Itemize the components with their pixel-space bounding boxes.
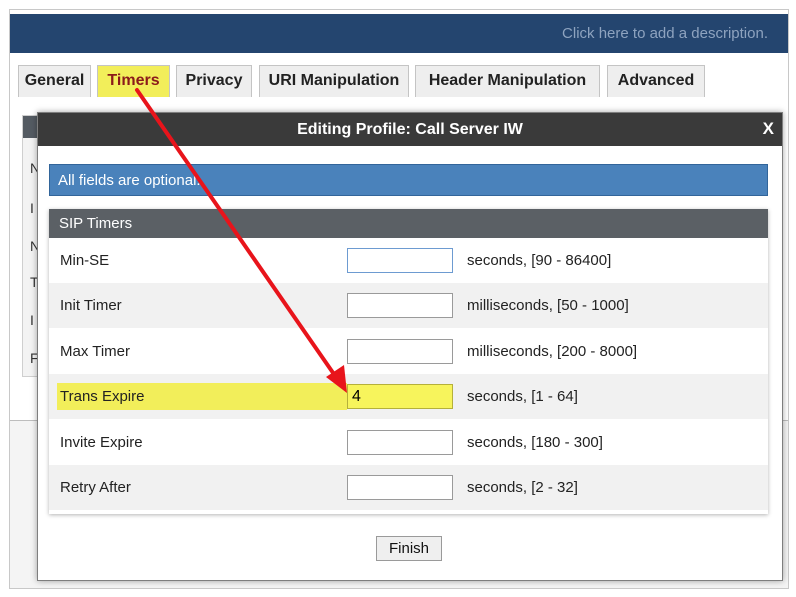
field-row-max-timer: Max Timer milliseconds, [200 - 8000]: [49, 329, 768, 374]
dialog-header: Editing Profile: Call Server IW X: [38, 113, 782, 146]
field-label: Trans Expire: [60, 388, 145, 405]
description-bar[interactable]: Click here to add a description.: [10, 14, 788, 53]
field-label: Init Timer: [60, 297, 122, 314]
dialog-title: Editing Profile: Call Server IW: [297, 121, 523, 138]
field-label: Retry After: [60, 479, 131, 496]
field-hint: milliseconds, [50 - 1000]: [467, 297, 629, 314]
max-timer-input[interactable]: [347, 339, 453, 364]
finish-button[interactable]: Finish: [376, 536, 442, 561]
init-timer-input[interactable]: [347, 293, 453, 318]
bg-label: I: [30, 312, 34, 328]
description-placeholder[interactable]: Click here to add a description.: [562, 25, 768, 42]
field-hint: seconds, [2 - 32]: [467, 479, 578, 496]
field-hint: milliseconds, [200 - 8000]: [467, 343, 638, 360]
tab-advanced[interactable]: Advanced: [607, 65, 705, 97]
tab-general[interactable]: General: [18, 65, 91, 97]
notice-text: All fields are optional.: [58, 172, 201, 189]
sip-timers-panel: SIP Timers Min-SE seconds, [90 - 86400] …: [49, 209, 768, 514]
field-hint: seconds, [90 - 86400]: [467, 252, 612, 269]
field-label: Max Timer: [60, 343, 131, 360]
edit-profile-dialog: Editing Profile: Call Server IW X All fi…: [37, 112, 783, 581]
tab-timers[interactable]: Timers: [97, 65, 170, 97]
close-icon[interactable]: X: [763, 119, 774, 139]
field-row-retry-after: Retry After seconds, [2 - 32]: [49, 465, 768, 510]
tab-uri-manipulation[interactable]: URI Manipulation: [259, 65, 409, 97]
field-row-init-timer: Init Timer milliseconds, [50 - 1000]: [49, 283, 768, 328]
invite-expire-input[interactable]: [347, 430, 453, 455]
bg-label: I: [30, 200, 34, 216]
field-row-min-se: Min-SE seconds, [90 - 86400]: [49, 238, 768, 283]
trans-expire-input[interactable]: [347, 384, 453, 409]
tab-header-manipulation[interactable]: Header Manipulation: [415, 65, 600, 97]
retry-after-input[interactable]: [347, 475, 453, 500]
field-row-invite-expire: Invite Expire seconds, [180 - 300]: [49, 420, 768, 465]
field-label: Min-SE: [60, 252, 110, 269]
field-label: Invite Expire: [60, 434, 143, 451]
field-hint: seconds, [1 - 64]: [467, 388, 578, 405]
field-hint: seconds, [180 - 300]: [467, 434, 603, 451]
tab-privacy[interactable]: Privacy: [176, 65, 252, 97]
min-se-input[interactable]: [347, 248, 453, 273]
field-row-trans-expire: Trans Expire seconds, [1 - 64]: [49, 374, 768, 419]
info-notice: All fields are optional.: [49, 164, 768, 196]
panel-header: SIP Timers: [49, 209, 768, 238]
panel-title: SIP Timers: [59, 215, 133, 232]
